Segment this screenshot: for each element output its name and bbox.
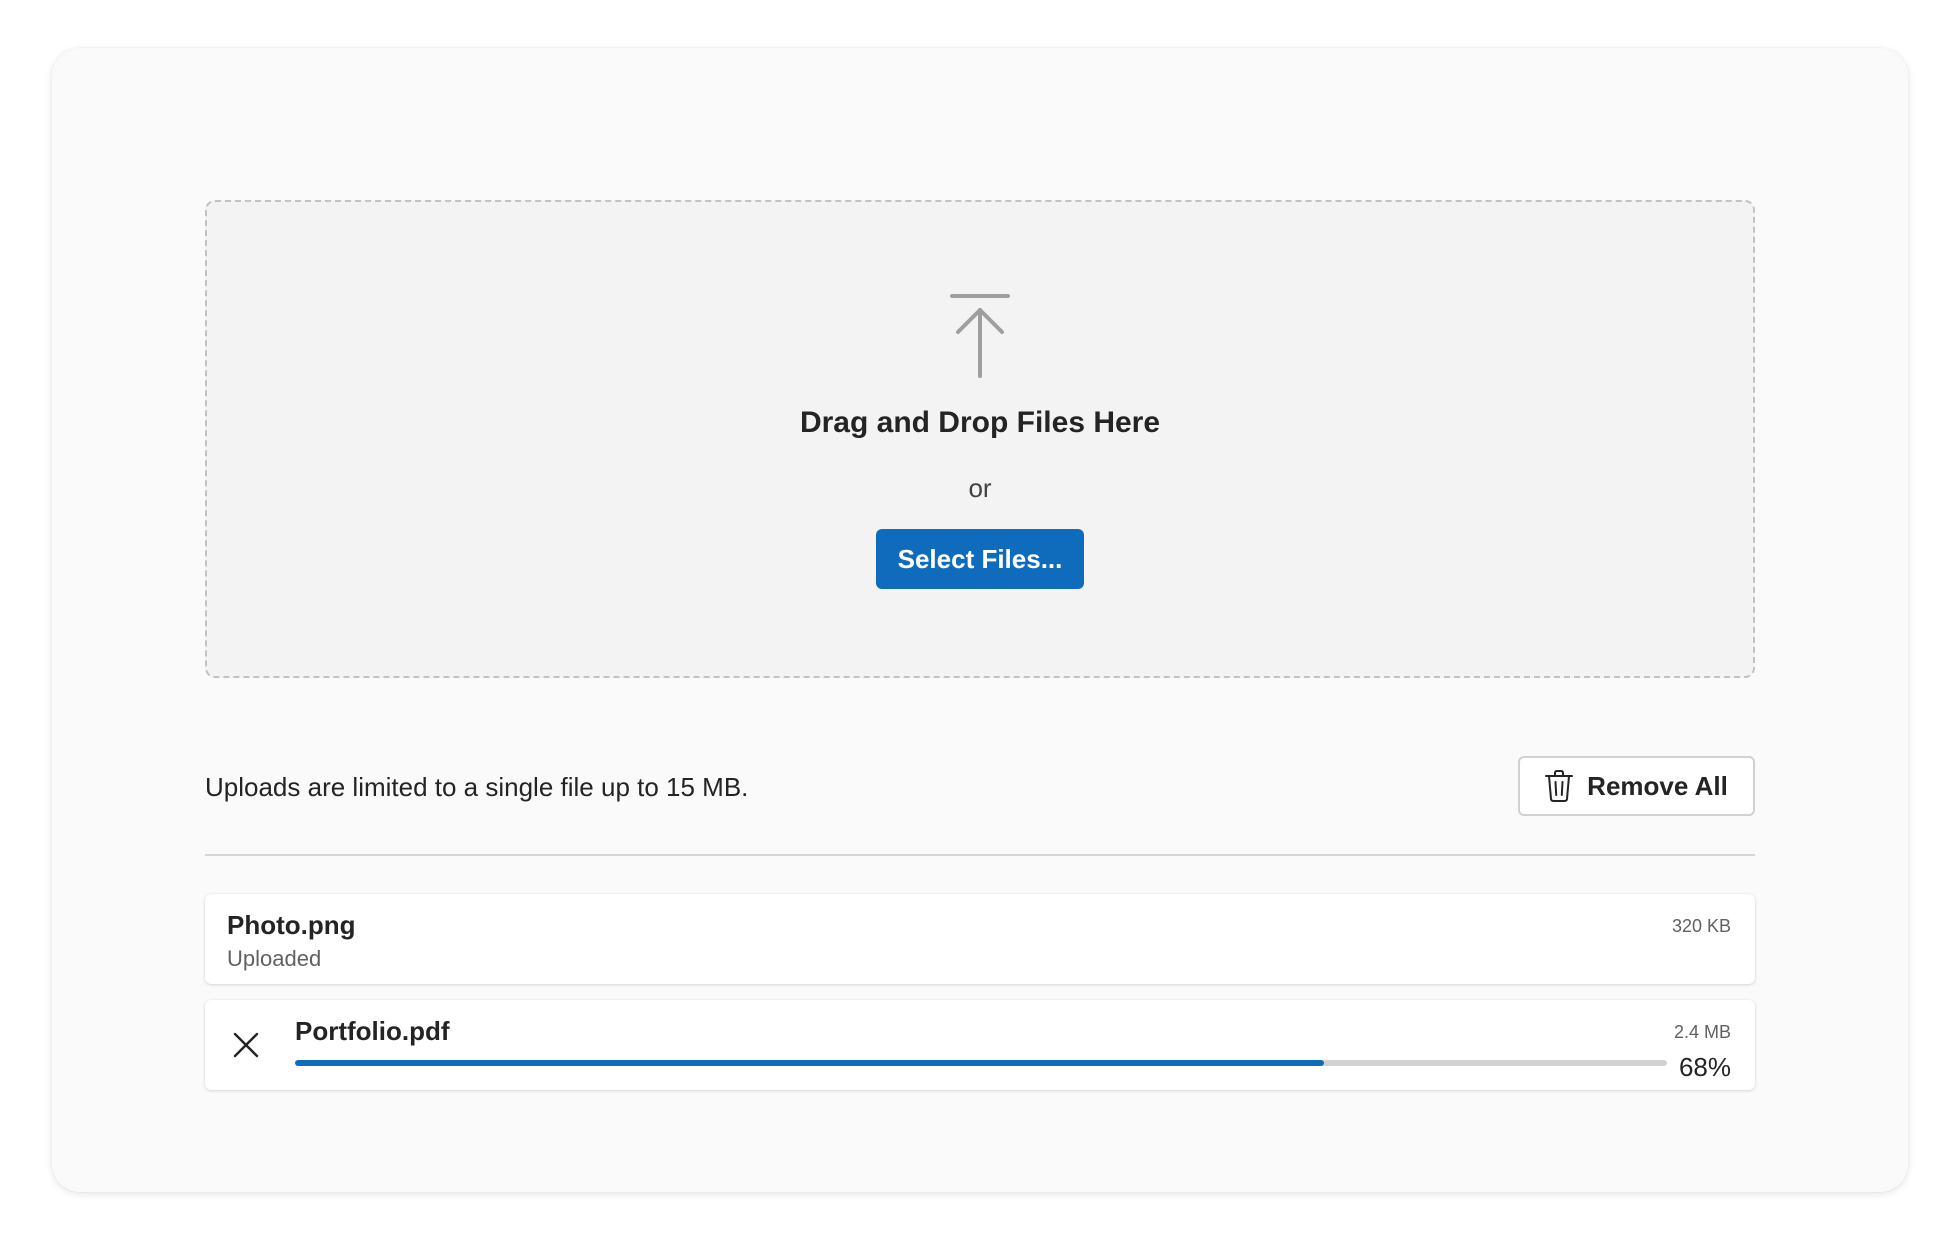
list-divider — [205, 854, 1755, 856]
upload-progress-percent: 68% — [1678, 1052, 1731, 1082]
file-name: Photo.png — [227, 910, 356, 940]
trash-icon — [1545, 770, 1574, 802]
drop-zone-title: Drag and Drop Files Here — [799, 406, 1161, 439]
upload-progress-bar — [295, 1060, 1667, 1066]
file-item-photo: Photo.png Uploaded 320 KB — [205, 894, 1755, 984]
file-status: Uploaded — [227, 946, 322, 971]
select-files-button[interactable]: Select Files... — [876, 529, 1084, 589]
close-icon — [233, 1032, 259, 1058]
file-item-portfolio: Portfolio.pdf 2.4 MB 68% — [205, 1000, 1755, 1090]
remove-all-button[interactable]: Remove All — [1518, 756, 1755, 816]
cancel-upload-button[interactable] — [231, 1030, 261, 1060]
file-size: 2.4 MB — [1673, 1022, 1731, 1042]
upload-limit-text: Uploads are limited to a single file up … — [205, 772, 749, 802]
remove-all-label: Remove All — [1587, 770, 1728, 801]
upload-progress-fill — [295, 1060, 1324, 1066]
upload-arrow-icon — [950, 294, 1010, 378]
drop-zone-or: or — [968, 473, 992, 503]
file-size: 320 KB — [1671, 916, 1731, 936]
file-name: Portfolio.pdf — [295, 1016, 450, 1046]
